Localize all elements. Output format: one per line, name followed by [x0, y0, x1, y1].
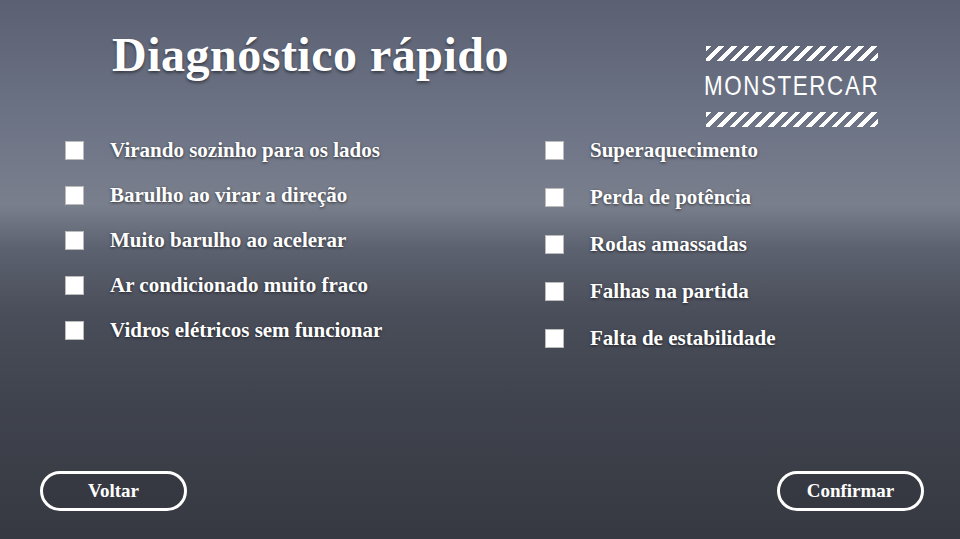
checkbox[interactable] [65, 186, 84, 205]
checklist-item[interactable]: Ar condicionado muito fraco [65, 273, 545, 298]
logo-text: MONSTERCAR [704, 71, 879, 102]
checklist-item[interactable]: Superaquecimento [545, 138, 776, 163]
stripes-icon [706, 112, 878, 127]
checkbox[interactable] [65, 276, 84, 295]
checklist-item[interactable]: Perda de potência [545, 185, 776, 210]
stripes-icon [706, 46, 878, 61]
checklist-label[interactable]: Superaquecimento [590, 138, 758, 163]
confirm-button[interactable]: Confirmar [777, 471, 924, 511]
checklist-label[interactable]: Virando sozinho para os lados [110, 138, 380, 163]
checkbox[interactable] [65, 231, 84, 250]
checklist-item[interactable]: Virando sozinho para os lados [65, 138, 545, 163]
checklist-item[interactable]: Falhas na partida [545, 279, 776, 304]
checklist-label[interactable]: Rodas amassadas [590, 232, 747, 257]
checklist-right: Superaquecimento Perda de potência Rodas a… [545, 138, 776, 471]
checkbox[interactable] [545, 329, 564, 348]
checklist-left: Virando sozinho para os lados Barulho ao … [65, 138, 545, 471]
checklist-item[interactable]: Rodas amassadas [545, 232, 776, 257]
logo: MONSTERCAR [704, 46, 880, 127]
checklist: Virando sozinho para os lados Barulho ao … [0, 138, 960, 471]
header: Diagnóstico rápido MONSTERCAR [0, 0, 960, 138]
checklist-item[interactable]: Vidros elétricos sem funcionar [65, 318, 545, 343]
checklist-label[interactable]: Muito barulho ao acelerar [110, 228, 346, 253]
checklist-item[interactable]: Muito barulho ao acelerar [65, 228, 545, 253]
checklist-label[interactable]: Ar condicionado muito fraco [110, 273, 368, 298]
checkbox[interactable] [545, 282, 564, 301]
back-button[interactable]: Voltar [40, 471, 187, 511]
checklist-item[interactable]: Falta de estabilidade [545, 326, 776, 351]
checklist-label[interactable]: Barulho ao virar a direção [110, 183, 347, 208]
checkbox[interactable] [65, 321, 84, 340]
checklist-label[interactable]: Perda de potência [590, 185, 751, 210]
footer: Voltar Confirmar [0, 471, 960, 539]
checklist-item[interactable]: Barulho ao virar a direção [65, 183, 545, 208]
checklist-label[interactable]: Falta de estabilidade [590, 326, 776, 351]
checkbox[interactable] [545, 188, 564, 207]
checkbox[interactable] [65, 141, 84, 160]
checklist-label[interactable]: Vidros elétricos sem funcionar [110, 318, 382, 343]
checkbox[interactable] [545, 141, 564, 160]
page-title: Diagnóstico rápido [112, 26, 509, 84]
checkbox[interactable] [545, 235, 564, 254]
checklist-label[interactable]: Falhas na partida [590, 279, 749, 304]
